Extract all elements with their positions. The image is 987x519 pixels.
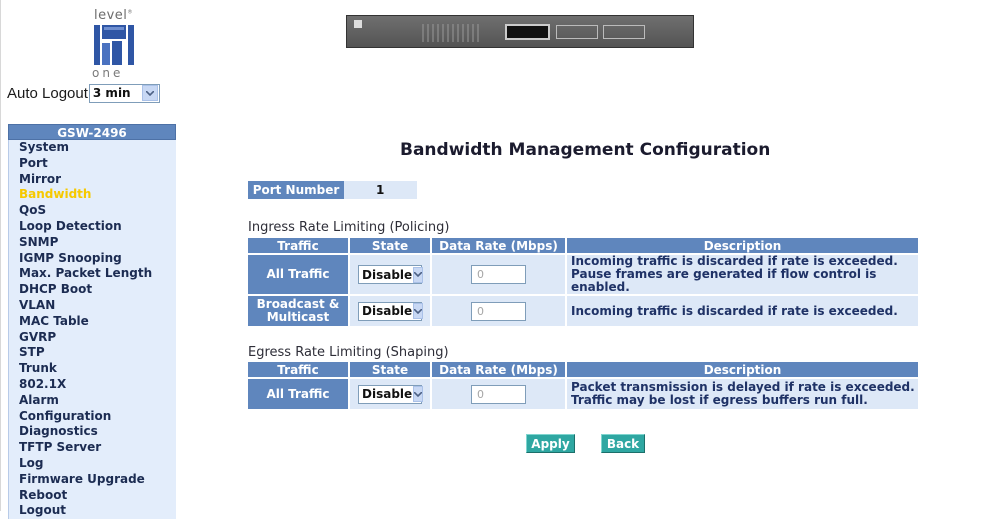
sidebar-item-snmp[interactable]: SNMP [8, 234, 176, 251]
description-line: Pause frames are generated if flow contr… [571, 267, 877, 294]
logo-registered-mark: ® [127, 9, 133, 16]
panel-ports-icon [603, 25, 645, 39]
sidebar-menu: GSW-2496 System Port Mirror Bandwidth QoS Loo… [8, 124, 176, 519]
sidebar-item-dhcp-boot[interactable]: DHCP Boot [8, 282, 176, 298]
ingress-row-all-traffic: All Traffic Disable 0 Incoming traffic i… [248, 255, 918, 296]
state-value: Disable [362, 387, 413, 401]
description-text: Incoming traffic is discarded if rate is… [567, 296, 918, 328]
sidebar-item-qos[interactable]: QoS [8, 203, 176, 219]
panel-logo-icon [354, 20, 362, 28]
state-value: Disable [362, 267, 413, 282]
data-rate-input[interactable]: 0 [471, 384, 526, 404]
sidebar-item-max-packet-length[interactable]: Max. Packet Length [8, 266, 176, 283]
data-rate-input[interactable]: 0 [471, 301, 526, 321]
sidebar-item-mirror[interactable]: Mirror [8, 171, 176, 188]
panel-ports-icon [556, 25, 598, 39]
sidebar-item-mac-table[interactable]: MAC Table [8, 313, 176, 330]
col-description: Description [567, 362, 918, 379]
description-line: Traffic may be lost if egress buffers ru… [571, 393, 868, 407]
state-select[interactable]: Disable [358, 265, 424, 284]
chevron-down-icon [413, 386, 424, 402]
sidebar-item-vlan[interactable]: VLAN [8, 297, 176, 314]
data-rate-input[interactable]: 0 [471, 265, 526, 284]
state-value: Disable [362, 304, 413, 318]
port-number-label: Port Number [248, 181, 344, 199]
port-number-row: Port Number 1 [248, 181, 417, 199]
panel-ports-icon [505, 24, 550, 40]
description-text: Incoming traffic is discarded if rate is… [567, 255, 918, 296]
sidebar-item-trunk[interactable]: Trunk [8, 361, 176, 377]
chevron-down-icon [141, 85, 158, 101]
traffic-label: All Traffic [248, 379, 348, 411]
sidebar-item-port[interactable]: Port [8, 155, 176, 172]
state-select[interactable]: Disable [358, 384, 424, 404]
traffic-label: Broadcast & Multicast [248, 296, 348, 328]
traffic-label: All Traffic [248, 255, 348, 296]
chevron-down-icon [413, 303, 424, 319]
col-data-rate: Data Rate (Mbps) [432, 362, 565, 379]
switch-front-panel-image [346, 15, 694, 48]
sidebar-item-firmware-upgrade[interactable]: Firmware Upgrade [8, 471, 176, 488]
logo-one-text: one [92, 66, 124, 80]
auto-logout-value: 3 min [92, 86, 131, 100]
sidebar-item-stp[interactable]: STP [8, 345, 176, 362]
auto-logout-select[interactable]: 3 min [88, 83, 160, 103]
col-data-rate: Data Rate (Mbps) [432, 238, 565, 255]
egress-row-all-traffic: All Traffic Disable 0 Packet transmissio… [248, 379, 918, 411]
sidebar-item-logout[interactable]: Logout [8, 503, 176, 519]
auto-logout: Auto Logout 3 min [7, 83, 160, 103]
ingress-row-broadcast-multicast: Broadcast & Multicast Disable 0 Incoming… [248, 296, 918, 328]
panel-vents-icon [422, 24, 482, 42]
sidebar-item-diagnostics[interactable]: Diagnostics [8, 424, 176, 441]
sidebar-item-system[interactable]: System [8, 140, 176, 156]
sidebar-item-802-1x[interactable]: 802.1X [8, 376, 176, 393]
sidebar-item-reboot[interactable]: Reboot [8, 487, 176, 504]
egress-section-title: Egress Rate Limiting (Shaping) [248, 345, 449, 360]
auto-logout-label: Auto Logout [7, 84, 88, 102]
sidebar-item-loop-detection[interactable]: Loop Detection [8, 218, 176, 235]
port-number-value: 1 [344, 181, 417, 199]
sidebar-item-configuration[interactable]: Configuration [8, 408, 176, 425]
sidebar-item-igmp-snooping[interactable]: IGMP Snooping [8, 250, 176, 267]
ingress-section-title: Ingress Rate Limiting (Policing) [248, 220, 450, 235]
description-text: Packet transmission is delayed if rate i… [567, 379, 918, 411]
page-title: Bandwidth Management Configuration [400, 140, 771, 160]
logo-mark-icon [94, 25, 134, 65]
logo-level-text: level [94, 8, 128, 23]
sidebar-item-alarm[interactable]: Alarm [8, 392, 176, 409]
egress-table: Traffic State Data Rate (Mbps) Descripti… [246, 362, 920, 411]
col-description: Description [567, 238, 918, 255]
col-state: State [350, 238, 430, 255]
state-select[interactable]: Disable [358, 301, 424, 321]
sidebar-item-gvrp[interactable]: GVRP [8, 329, 176, 346]
sidebar-item-log[interactable]: Log [8, 455, 176, 472]
col-state: State [350, 362, 430, 379]
levelone-logo: level® one [88, 6, 140, 82]
ingress-table: Traffic State Data Rate (Mbps) Descripti… [246, 238, 920, 328]
traffic-label-line: Multicast [266, 310, 330, 324]
sidebar-item-bandwidth[interactable]: Bandwidth [8, 187, 176, 204]
page-left-border [0, 0, 1, 511]
col-traffic: Traffic [248, 238, 348, 255]
sidebar-item-tftp-server[interactable]: TFTP Server [8, 440, 176, 456]
chevron-down-icon [413, 266, 424, 283]
back-button[interactable]: Back [601, 434, 645, 453]
col-traffic: Traffic [248, 362, 348, 379]
sidebar-header: GSW-2496 [8, 124, 176, 140]
apply-button[interactable]: Apply [526, 434, 575, 453]
